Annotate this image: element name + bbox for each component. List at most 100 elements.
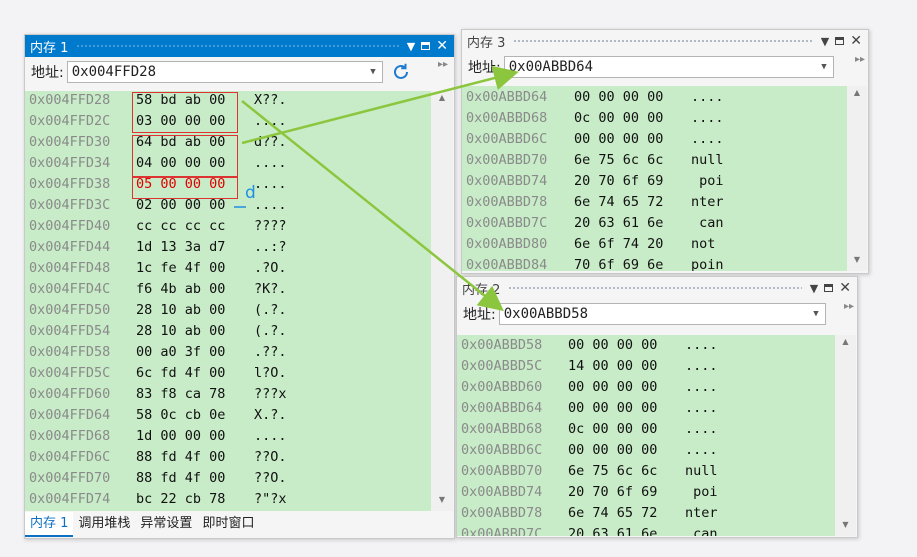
maximize-icon[interactable] — [421, 42, 431, 50]
memory-row[interactable]: 0x00ABBD84 70 6f 69 6e poin — [462, 255, 847, 271]
window-menu-dropdown-icon[interactable]: ▼ — [821, 36, 829, 47]
toolbar-overflow-icon[interactable]: ▸▸ — [855, 54, 865, 65]
memory-bytes[interactable]: 00 00 00 00 — [568, 398, 657, 419]
memory-row[interactable]: 0x004FFD58 00 a0 3f 00.??. — [25, 342, 431, 363]
memory-bytes[interactable]: 83 f8 ca 78 — [136, 384, 225, 405]
memory-3-scrollbar[interactable]: ▲ ▼ — [847, 86, 867, 271]
toolbar-overflow-icon[interactable]: ▸▸ — [844, 301, 854, 312]
scroll-up-icon[interactable]: ▲ — [431, 93, 453, 107]
memory-bytes[interactable]: 20 63 61 6e — [568, 524, 657, 536]
memory-bytes[interactable]: f6 4b ab 00 — [136, 279, 225, 300]
titlebar-grip[interactable] — [513, 38, 813, 44]
memory-bytes[interactable]: 00 00 00 00 — [574, 87, 663, 108]
memory-bytes[interactable]: 6e 74 65 72 — [574, 192, 663, 213]
memory-row[interactable]: 0x004FFD54 28 10 ab 00 (.?. — [25, 321, 431, 342]
memory-bytes[interactable]: 00 00 00 00 — [574, 129, 663, 150]
memory-row[interactable]: 0x00ABBD64 00 00 00 00.... — [462, 87, 847, 108]
tab-memory-1[interactable]: 内存 1 — [25, 512, 74, 537]
scroll-down-icon[interactable]: ▼ — [847, 255, 867, 269]
memory-row[interactable]: 0x004FFD44 1d 13 3a d7..:? — [25, 237, 431, 258]
memory-row[interactable]: 0x00ABBD6C 00 00 00 00.... — [462, 129, 847, 150]
tab-call-stack[interactable]: 调用堆栈 — [73, 512, 135, 537]
memory-row[interactable]: 0x00ABBD78 6e 74 65 72 nter — [457, 503, 835, 524]
address-dropdown-icon[interactable]: ▼ — [370, 67, 375, 77]
scroll-up-icon[interactable]: ▲ — [847, 88, 867, 102]
titlebar-grip[interactable] — [76, 43, 399, 49]
memory-row[interactable]: 0x00ABBD7C 20 63 61 6e can — [462, 213, 847, 234]
memory-bytes[interactable]: 70 6f 69 6e — [574, 255, 663, 271]
memory-bytes[interactable]: 00 00 00 00 — [568, 335, 657, 356]
window-menu-dropdown-icon[interactable]: ▼ — [407, 41, 415, 52]
address-input[interactable]: 0x00ABBD58 ▼ — [498, 303, 826, 325]
memory-bytes[interactable]: 00 00 00 00 — [568, 440, 657, 461]
memory-row[interactable]: 0x00ABBD70 6e 75 6c 6c null — [457, 461, 835, 482]
memory-bytes[interactable]: 28 10 ab 00 — [136, 300, 225, 321]
memory-bytes[interactable]: 6e 75 6c 6c — [574, 150, 663, 171]
memory-bytes[interactable]: 6e 6f 74 20 — [574, 234, 663, 255]
scroll-down-icon[interactable]: ▼ — [431, 495, 453, 509]
tab-immediate-window[interactable]: 即时窗口 — [197, 512, 259, 537]
memory-row[interactable]: 0x00ABBD7C 20 63 61 6e can — [457, 524, 835, 536]
memory-row[interactable]: 0x004FFD64 58 0c cb 0e X.?. — [25, 405, 431, 426]
memory-row[interactable]: 0x004FFD5C 6c fd 4f 00 l?O. — [25, 363, 431, 384]
toolbar-overflow-icon[interactable]: ▸▸ — [438, 59, 448, 70]
memory-3-grid[interactable]: 0x00ABBD64 00 00 00 00.... 0x00ABBD68 0c 00… — [462, 86, 847, 271]
memory-row[interactable]: 0x00ABBD6C 00 00 00 00.... — [457, 440, 835, 461]
memory-3-titlebar[interactable]: 内存 3 ▼ ✕ — [462, 30, 868, 52]
memory-bytes[interactable]: cc cc cc cc — [136, 216, 225, 237]
memory-row[interactable]: 0x00ABBD60 00 00 00 00.... — [457, 377, 835, 398]
scroll-up-icon[interactable]: ▲ — [835, 337, 856, 351]
memory-2-grid[interactable]: 0x00ABBD58 00 00 00 00.... 0x00ABBD5C 14 00… — [457, 335, 835, 536]
memory-bytes[interactable]: bc 22 cb 78 — [136, 489, 225, 510]
memory-bytes[interactable]: 1c fe 4f 00 — [136, 258, 225, 279]
memory-bytes[interactable]: 00 00 00 00 — [568, 377, 657, 398]
memory-row[interactable]: 0x004FFD6C 88 fd 4f 00 ??O. — [25, 447, 431, 468]
memory-2-titlebar[interactable]: 内存 2 ▼ ✕ — [457, 277, 857, 299]
address-dropdown-icon[interactable]: ▼ — [813, 309, 818, 319]
tab-exception-settings[interactable]: 异常设置 — [135, 512, 197, 537]
memory-row[interactable]: 0x004FFD4C f6 4b ab 00 ?K?. — [25, 279, 431, 300]
memory-row[interactable]: 0x00ABBD80 6e 6f 74 20 not — [462, 234, 847, 255]
memory-bytes[interactable]: 6c fd 4f 00 — [136, 363, 225, 384]
memory-bytes[interactable]: 6e 75 6c 6c — [568, 461, 657, 482]
close-icon[interactable]: ✕ — [850, 34, 862, 48]
memory-row[interactable]: 0x00ABBD64 00 00 00 00.... — [457, 398, 835, 419]
memory-bytes[interactable]: 1d 00 00 00 — [136, 426, 225, 447]
memory-1-scrollbar[interactable]: ▲ ▼ — [431, 91, 453, 511]
memory-row[interactable]: 0x00ABBD68 0c 00 00 00.... — [457, 419, 835, 440]
memory-row[interactable]: 0x004FFD48 1c fe 4f 00 .?O. — [25, 258, 431, 279]
memory-row[interactable]: 0x004FFD50 28 10 ab 00 (.?. — [25, 300, 431, 321]
address-dropdown-icon[interactable]: ▼ — [821, 62, 826, 72]
memory-row[interactable]: 0x00ABBD70 6e 75 6c 6c null — [462, 150, 847, 171]
memory-row[interactable]: 0x004FFD74 bc 22 cb 78 ?"?x — [25, 489, 431, 510]
memory-bytes[interactable]: 6e 74 65 72 — [568, 503, 657, 524]
address-input[interactable]: 0x00ABBD64 ▼ — [503, 56, 834, 78]
address-input[interactable]: 0x004FFD28 ▼ — [66, 61, 383, 83]
memory-bytes[interactable]: 20 70 6f 69 — [568, 482, 657, 503]
memory-bytes[interactable]: 00 a0 3f 00 — [136, 342, 225, 363]
close-icon[interactable]: ✕ — [436, 39, 448, 53]
memory-bytes[interactable]: 28 10 ab 00 — [136, 321, 225, 342]
memory-2-scrollbar[interactable]: ▲ ▼ — [835, 335, 856, 536]
memory-row[interactable]: 0x004FFD70 88 fd 4f 00 ??O. — [25, 468, 431, 489]
memory-row[interactable]: 0x00ABBD74 20 70 6f 69 poi — [462, 171, 847, 192]
refresh-icon[interactable] — [391, 62, 411, 82]
memory-row[interactable]: 0x00ABBD78 6e 74 65 72 nter — [462, 192, 847, 213]
memory-bytes[interactable]: 88 fd 4f 00 — [136, 468, 225, 489]
memory-1-titlebar[interactable]: 内存 1 ▼ ✕ — [25, 35, 454, 57]
memory-row[interactable]: 0x004FFD60 83 f8 ca 78 ???x — [25, 384, 431, 405]
maximize-icon[interactable] — [824, 284, 834, 292]
memory-bytes[interactable]: 1d 13 3a d7 — [136, 237, 225, 258]
memory-row[interactable]: 0x00ABBD68 0c 00 00 00.... — [462, 108, 847, 129]
memory-row[interactable]: 0x00ABBD74 20 70 6f 69 poi — [457, 482, 835, 503]
memory-row[interactable]: 0x004FFD68 1d 00 00 00.... — [25, 426, 431, 447]
close-icon[interactable]: ✕ — [839, 281, 851, 295]
maximize-icon[interactable] — [835, 37, 845, 45]
memory-row[interactable]: 0x00ABBD58 00 00 00 00.... — [457, 335, 835, 356]
memory-bytes[interactable]: 0c 00 00 00 — [574, 108, 663, 129]
memory-bytes[interactable]: 58 0c cb 0e — [136, 405, 225, 426]
memory-bytes[interactable]: 14 00 00 00 — [568, 356, 657, 377]
memory-bytes[interactable]: 20 70 6f 69 — [574, 171, 663, 192]
memory-row[interactable]: 0x00ABBD5C 14 00 00 00.... — [457, 356, 835, 377]
titlebar-grip[interactable] — [508, 285, 802, 291]
